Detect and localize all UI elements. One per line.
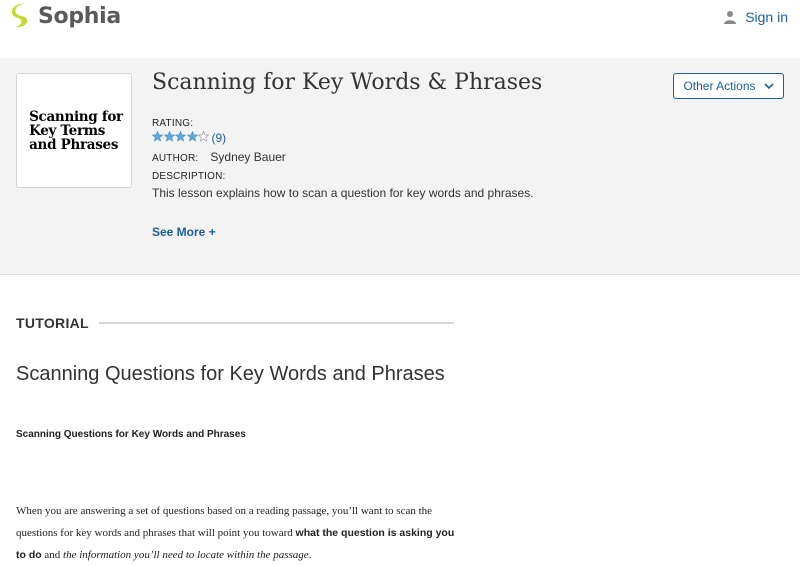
tutorial-body: When you are answering a set of question… — [16, 500, 456, 566]
sophia-logo[interactable]: Sophia — [10, 3, 121, 29]
author-row: AUTHOR: Sydney Bauer — [152, 150, 286, 164]
chevron-down-icon — [763, 83, 774, 90]
body-text-3: . — [308, 549, 312, 561]
see-more-link[interactable]: See More + — [152, 225, 216, 239]
sophia-logo-icon — [12, 3, 28, 28]
body-italic-text: the information you’ll need to locate wi… — [63, 549, 309, 561]
star-empty-icon — [197, 130, 210, 142]
star-filled-icon — [186, 130, 198, 142]
tutorial-title: Scanning Questions for Key Words and Phr… — [16, 363, 445, 385]
other-actions-button[interactable]: Other Actions — [673, 73, 784, 99]
lesson-title: Scanning for Key Words & Phrases — [152, 70, 543, 95]
tutorial-label: TUTORIAL — [16, 315, 89, 331]
sign-in-link[interactable]: Sign in — [723, 9, 788, 25]
star-filled-icon — [174, 130, 187, 142]
rating-label: RATING: — [152, 118, 194, 129]
lesson-header: Scanning for Key Terms and Phrases Scann… — [0, 58, 800, 275]
description-label: DESCRIPTION: — [152, 171, 226, 182]
rating-widget[interactable]: (9) — [151, 129, 227, 147]
tutorial-subtitle: Scanning Questions for Key Words and Phr… — [16, 429, 246, 440]
person-icon — [724, 11, 737, 24]
tutorial-section-heading: TUTORIAL — [16, 315, 454, 331]
section-divider — [98, 322, 454, 324]
author-label: AUTHOR: — [152, 153, 199, 164]
other-actions-label: Other Actions — [683, 79, 756, 93]
lesson-description: This lesson explains how to scan a quest… — [152, 186, 534, 200]
sign-in-label: Sign in — [745, 9, 788, 25]
body-text-2: and — [41, 549, 64, 561]
author-name: Sydney Bauer — [210, 150, 286, 164]
logo-wordmark: Sophia — [38, 3, 121, 29]
top-navigation-bar: Sophia Sign in — [0, 0, 800, 58]
star-filled-icon — [151, 130, 164, 142]
lesson-thumbnail: Scanning for Key Terms and Phrases — [16, 73, 132, 188]
rating-stars — [151, 129, 210, 147]
rating-count[interactable]: (9) — [212, 131, 227, 145]
star-filled-icon — [163, 130, 175, 142]
thumbnail-text: Scanning for Key Terms and Phrases — [29, 108, 123, 153]
